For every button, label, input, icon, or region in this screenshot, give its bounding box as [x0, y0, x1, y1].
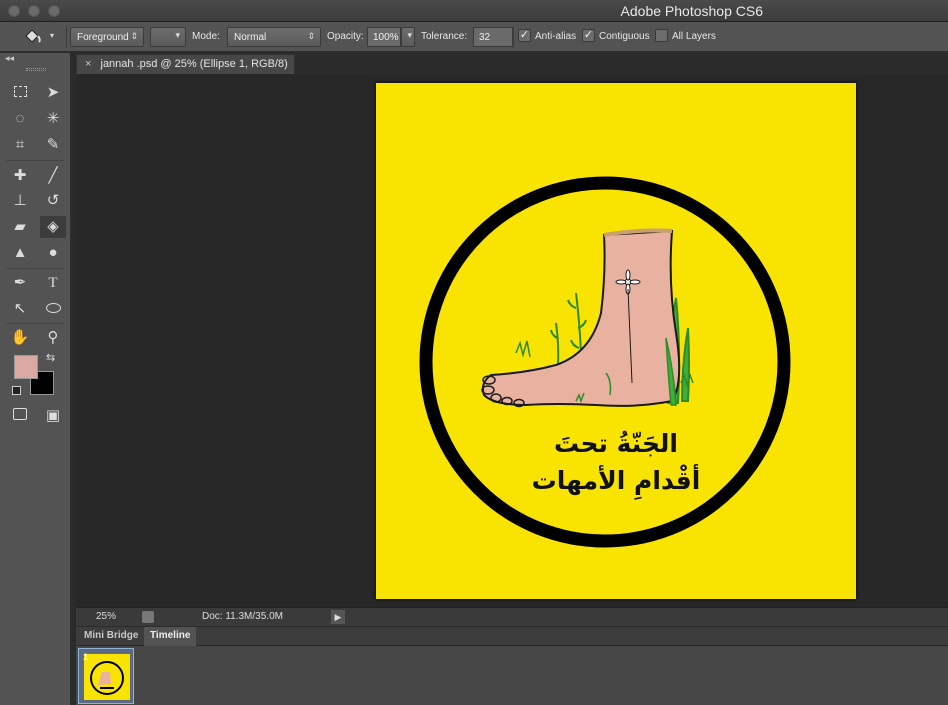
- opacity-slider-button[interactable]: ▾: [401, 27, 415, 47]
- title-bar: Adobe Photoshop CS6: [0, 0, 948, 22]
- contiguous-label: Contiguous: [599, 31, 650, 42]
- opacity-label: Opacity:: [327, 31, 364, 42]
- chevron-down-icon: ▾: [50, 31, 55, 40]
- foreground-color-swatch[interactable]: [14, 355, 38, 379]
- chevron-down-icon: ▾: [407, 30, 412, 40]
- bottom-panel-tabs: Mini Bridge Timeline: [76, 627, 948, 646]
- all-layers-label: All Layers: [672, 31, 716, 42]
- collapse-panel-icon[interactable]: ◂◂: [5, 53, 14, 64]
- anti-alias-checkbox[interactable]: ✓: [518, 29, 531, 42]
- all-layers-checkbox[interactable]: [655, 29, 668, 42]
- panel-grip[interactable]: [26, 68, 46, 71]
- magic-wand-tool-icon[interactable]: ✳: [40, 108, 66, 130]
- divider: [6, 268, 64, 269]
- document-tab[interactable]: × jannah .psd @ 25% (Ellipse 1, RGB/8): [76, 54, 295, 74]
- swap-colors-icon[interactable]: ⇆: [46, 351, 55, 364]
- crop-tool-icon[interactable]: ⌗: [7, 134, 33, 156]
- foot: [481, 229, 681, 407]
- mode-label: Mode:: [192, 31, 220, 42]
- close-tab-icon[interactable]: ×: [85, 58, 91, 70]
- frame-number: 1: [83, 652, 89, 662]
- divider: [66, 26, 67, 48]
- divider: [513, 26, 514, 48]
- updown-arrows-icon: ⇕: [307, 31, 315, 41]
- hand-tool-icon[interactable]: ✋: [7, 327, 33, 349]
- zoom-level[interactable]: 25%: [96, 611, 116, 622]
- tab-timeline[interactable]: Timeline: [144, 627, 197, 646]
- brush-tool-icon[interactable]: ╱: [40, 165, 66, 187]
- eraser-tool-icon[interactable]: ▰: [7, 216, 33, 238]
- options-bar: ▾ Foreground ⇕ ▾ Mode: Normal ⇕ Opacity:…: [0, 22, 948, 52]
- minimize-window-button[interactable]: [28, 5, 40, 17]
- move-tool-icon[interactable]: ➤: [40, 82, 66, 104]
- pattern-picker[interactable]: ▾: [150, 27, 186, 47]
- updown-arrows-icon: ⇕: [130, 31, 138, 41]
- fill-source-value: Foreground: [77, 32, 129, 43]
- opacity-input[interactable]: 100%: [367, 27, 401, 47]
- app-title: Adobe Photoshop CS6: [620, 3, 763, 19]
- default-colors-icon[interactable]: [12, 386, 21, 395]
- zoom-tool-icon[interactable]: ⚲: [40, 327, 66, 349]
- paint-bucket-tool-icon[interactable]: ◈: [40, 216, 66, 238]
- path-selection-tool-icon[interactable]: ↖: [7, 298, 33, 320]
- type-tool-icon[interactable]: T: [40, 272, 66, 294]
- rectangular-marquee-tool-icon[interactable]: [7, 82, 33, 104]
- clone-stamp-tool-icon[interactable]: ⊥: [7, 190, 33, 212]
- paint-bucket-icon: [25, 29, 41, 43]
- blend-mode-value: Normal: [234, 32, 267, 43]
- chevron-down-icon: ▾: [175, 30, 180, 40]
- blend-mode-dropdown[interactable]: Normal ⇕: [227, 27, 321, 47]
- document-title: jannah .psd @ 25% (Ellipse 1, RGB/8): [100, 58, 288, 70]
- animation-frame[interactable]: 1: [78, 648, 134, 704]
- fill-source-dropdown[interactable]: Foreground ⇕: [70, 27, 144, 47]
- arabic-text-line-1: الجَنّةُ تحتَ: [554, 429, 678, 458]
- doc-size[interactable]: Doc: 11.3M/35.0M: [202, 611, 283, 622]
- history-brush-tool-icon[interactable]: ↺: [40, 190, 66, 212]
- status-menu-arrow-icon[interactable]: ▶: [331, 610, 345, 624]
- pen-tool-icon[interactable]: ✒: [7, 272, 33, 294]
- spot-healing-brush-tool-icon[interactable]: ✚: [7, 165, 33, 187]
- tolerance-input[interactable]: 32: [473, 27, 513, 47]
- blur-tool-icon[interactable]: ▲: [7, 242, 33, 264]
- timeline-panel: 1: [76, 646, 948, 705]
- tab-mini-bridge[interactable]: Mini Bridge: [78, 627, 144, 646]
- tools-panel: ◂◂ ➤ ◌ ✳ ⌗ ✎ ✚ ╱ ⊥ ↺ ▰ ◈ ▲ ● ✒ T ↖ ✋ ⚲ ⇆…: [0, 53, 71, 705]
- dodge-tool-icon[interactable]: ●: [40, 242, 66, 264]
- thumbnail-artwork: [90, 661, 124, 695]
- tolerance-label: Tolerance:: [421, 31, 468, 42]
- paint-bucket-tool-preset-picker[interactable]: ▾: [20, 27, 62, 47]
- export-icon[interactable]: [142, 611, 154, 623]
- anti-alias-label: Anti-alias: [535, 31, 577, 42]
- close-window-button[interactable]: [8, 5, 20, 17]
- divider: [6, 323, 64, 324]
- quick-mask-icon[interactable]: [7, 405, 33, 427]
- arabic-text-line-2: أقْدامِ الأمهات: [531, 466, 701, 495]
- frame-thumbnail: [84, 654, 130, 700]
- zoom-window-button[interactable]: [48, 5, 60, 17]
- contiguous-checkbox[interactable]: ✓: [582, 29, 595, 42]
- divider: [6, 160, 64, 161]
- screen-mode-icon[interactable]: ▣: [40, 405, 66, 427]
- status-bar: 25% Doc: 11.3M/35.0M ▶: [76, 607, 948, 626]
- artwork: [419, 176, 791, 548]
- ellipse-tool-icon[interactable]: [40, 298, 66, 320]
- document-canvas[interactable]: الجَنّةُ تحتَ أقْدامِ الأمهات: [376, 83, 856, 599]
- lasso-tool-icon[interactable]: ◌: [7, 108, 33, 130]
- eyedropper-tool-icon[interactable]: ✎: [40, 134, 66, 156]
